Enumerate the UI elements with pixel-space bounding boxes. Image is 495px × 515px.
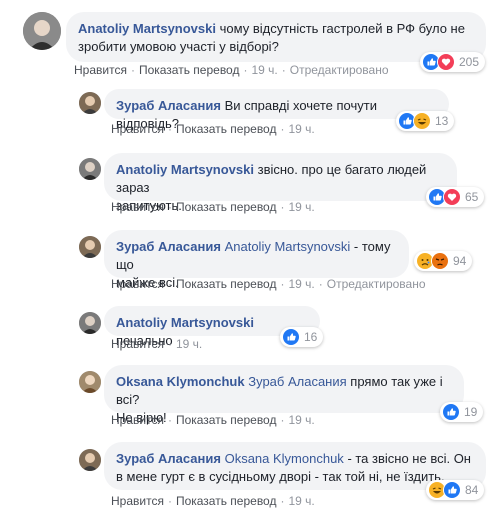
avatar[interactable] (79, 371, 101, 393)
comment-actions: Нравится · Показать перевод · 19 ч. · Отредакт… (111, 277, 426, 291)
reactions-summary[interactable]: 65 (426, 187, 485, 207)
comment-author[interactable]: Oksana Klymonchuk (116, 374, 245, 389)
reactions-summary[interactable]: 19 (440, 402, 484, 422)
comment-actions: Нравится · Показать перевод · 19 ч. · Отредакт… (74, 63, 389, 77)
show-translation-link[interactable]: Показать перевод (176, 277, 277, 291)
timestamp[interactable]: 19 ч. (251, 63, 277, 77)
reactions-summary[interactable]: 13 (396, 111, 455, 131)
comment-actions: Нравится · Показать перевод · 19 ч. (111, 494, 315, 508)
separator: · (130, 63, 135, 77)
like-link[interactable]: Нравится (111, 277, 164, 291)
avatar[interactable] (79, 236, 101, 258)
comment-author[interactable]: Зураб Аласания (116, 451, 221, 466)
mentioned-user[interactable]: Anatoliy Martsynovski (225, 239, 351, 254)
like-icon (442, 403, 460, 421)
separator: · (280, 494, 285, 508)
separator: · (280, 122, 285, 136)
reaction-count: 13 (435, 114, 449, 128)
mentioned-user[interactable]: Зураб Аласания (248, 374, 346, 389)
edited-label[interactable]: Отредактировано (327, 277, 426, 291)
edited-label[interactable]: Отредактировано (290, 63, 389, 77)
comment-text: - та звісно не всі. Он (347, 451, 471, 466)
reaction-count: 65 (465, 190, 479, 204)
reaction-count: 19 (464, 405, 478, 419)
like-link[interactable]: Нравится (111, 413, 164, 427)
comment-author[interactable]: Anatoliy Martsynovski (78, 21, 216, 36)
separator: · (243, 63, 248, 77)
reaction-count: 205 (459, 55, 480, 69)
avatar[interactable] (79, 92, 101, 114)
timestamp[interactable]: 19 ч. (288, 200, 314, 214)
separator: · (280, 200, 285, 214)
avatar[interactable] (79, 449, 101, 471)
separator: · (167, 277, 172, 291)
separator: · (280, 277, 285, 291)
haha-icon (413, 112, 431, 130)
comment-actions: Нравится · Показать перевод · 19 ч. (111, 122, 315, 136)
timestamp[interactable]: 19 ч. (288, 494, 314, 508)
love-icon (443, 188, 461, 206)
timestamp[interactable]: 19 ч. (176, 337, 202, 351)
comment-actions: Нравится · Показать перевод · 19 ч. (111, 413, 315, 427)
comment-author[interactable]: Зураб Аласания (116, 239, 221, 254)
show-translation-link[interactable]: Показать перевод (176, 122, 277, 136)
love-icon (437, 53, 455, 71)
separator: · (167, 413, 172, 427)
mentioned-user[interactable]: Oksana Klymonchuk (225, 451, 344, 466)
comment-author[interactable]: Anatoliy Martsynovski (116, 162, 254, 177)
comment-bubble: Oksana Klymonchuk Зураб Аласания прямо т… (104, 365, 464, 425)
comment-bubble: Зураб Аласания Anatoliy Martsynovski - т… (104, 230, 409, 290)
avatar[interactable] (79, 312, 101, 334)
comment-text-line2: в мене гурт є в сусідньому дворі - так т… (116, 469, 445, 484)
like-link[interactable]: Нравится (111, 122, 164, 136)
like-icon (443, 481, 461, 499)
reaction-count: 16 (304, 330, 318, 344)
reactions-summary[interactable]: 94 (414, 251, 473, 271)
comment-actions: Нравится · Показать перевод · 19 ч. (111, 200, 315, 214)
angry-icon (431, 252, 449, 270)
reaction-count: 84 (465, 483, 479, 497)
show-translation-link[interactable]: Показать перевод (139, 63, 240, 77)
separator: · (280, 413, 285, 427)
reactions-summary[interactable]: 16 (280, 327, 324, 347)
show-translation-link[interactable]: Показать перевод (176, 200, 277, 214)
comment-bubble: Anatoliy Martsynovski звісно. про це баг… (104, 153, 457, 213)
comment-text: чому відсутність гастролей в РФ було не (219, 21, 465, 36)
separator: · (318, 277, 323, 291)
like-link[interactable]: Нравится (111, 200, 164, 214)
separator: · (167, 122, 172, 136)
like-link[interactable]: Нравится (111, 494, 164, 508)
comment-author[interactable]: Anatoliy Martsynovski (116, 315, 254, 330)
like-link[interactable]: Нравится (111, 337, 164, 351)
show-translation-link[interactable]: Показать перевод (176, 413, 277, 427)
like-link[interactable]: Нравится (74, 63, 127, 77)
comment-author[interactable]: Зураб Аласания (116, 98, 221, 113)
reactions-summary[interactable]: 84 (426, 480, 485, 500)
timestamp[interactable]: 19 ч. (288, 122, 314, 136)
reaction-count: 94 (453, 254, 467, 268)
like-icon (282, 328, 300, 346)
comment-text-line2: зробити умовою участі у відборі? (78, 39, 279, 54)
separator: · (167, 337, 172, 351)
comment-actions: Нравится · 19 ч. (111, 337, 202, 351)
timestamp[interactable]: 19 ч. (288, 413, 314, 427)
show-translation-link[interactable]: Показать перевод (176, 494, 277, 508)
avatar[interactable] (23, 12, 61, 50)
timestamp[interactable]: 19 ч. (288, 277, 314, 291)
separator: · (167, 200, 172, 214)
reactions-summary[interactable]: 205 (420, 52, 486, 72)
separator: · (167, 494, 172, 508)
separator: · (281, 63, 286, 77)
avatar[interactable] (79, 158, 101, 180)
